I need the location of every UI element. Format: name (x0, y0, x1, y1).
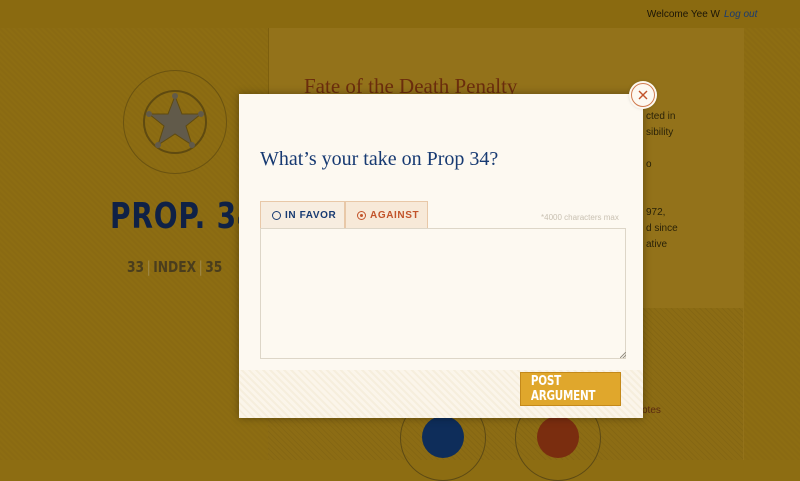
against-vote-dot (537, 416, 579, 458)
character-limit-note: *4000 characters max (541, 213, 619, 222)
index-link[interactable]: INDEX (153, 258, 196, 276)
modal-title: What’s your take on Prop 34? (260, 148, 499, 170)
body-text-fragment: o (646, 159, 652, 170)
logout-link[interactable]: Log out (724, 9, 757, 20)
body-text-fragment: cted in (646, 111, 676, 122)
radio-checked-icon (357, 210, 366, 220)
tab-label: IN FAVOR (285, 209, 337, 221)
argument-textarea[interactable] (260, 228, 626, 359)
nav-separator: | (198, 258, 203, 276)
body-text-fragment: d since (646, 223, 678, 234)
next-prop-link[interactable]: 35 (205, 258, 222, 276)
nav-separator: | (146, 258, 151, 276)
tab-label: AGAINST (370, 209, 420, 221)
argument-modal: What’s your take on Prop 34? IN FAVOR AG… (239, 94, 643, 418)
post-argument-button[interactable]: POST ARGUMENT (520, 372, 621, 406)
tab-against[interactable]: AGAINST (345, 201, 428, 228)
sheriff-star-icon (123, 70, 227, 174)
tab-in-favor[interactable]: IN FAVOR (260, 201, 345, 228)
body-text-fragment: ative (646, 239, 668, 250)
prop-title: PROP. 34 (110, 196, 258, 237)
post-argument-label: POST ARGUMENT (530, 374, 596, 404)
favor-vote-dot (422, 416, 464, 458)
radio-unchecked-icon (272, 210, 281, 220)
resize-handle-icon[interactable] (620, 352, 626, 358)
prop-navigation: 33 | INDEX | 35 (127, 258, 222, 276)
welcome-text: Welcome Yee W (646, 9, 720, 20)
prev-prop-link[interactable]: 33 (127, 258, 144, 276)
top-bar: Welcome Yee W Log out (0, 0, 800, 28)
body-text-fragment: 972, (646, 207, 666, 218)
votes-link-fragment[interactable]: otes (642, 405, 661, 416)
close-icon[interactable] (631, 83, 655, 107)
body-text-fragment: sibility (646, 127, 674, 138)
